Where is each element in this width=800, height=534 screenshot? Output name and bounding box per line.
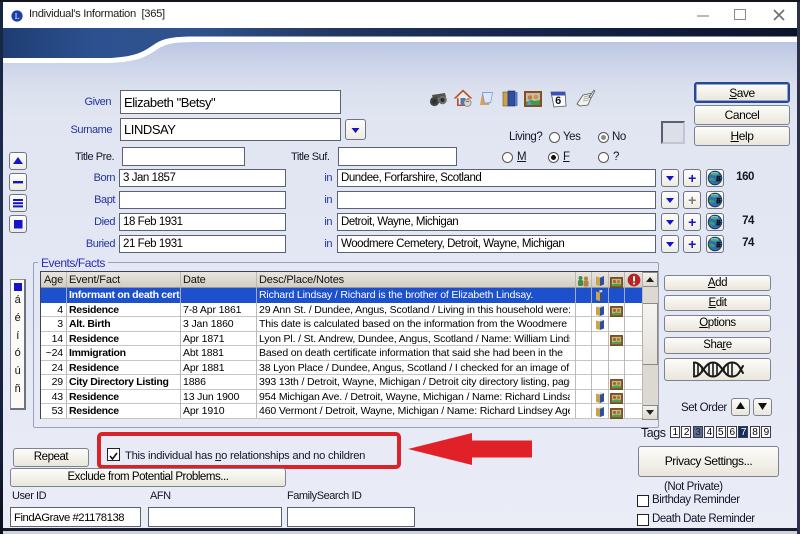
svg-text:L: L: [15, 12, 20, 21]
svg-text:6: 6: [555, 95, 561, 107]
